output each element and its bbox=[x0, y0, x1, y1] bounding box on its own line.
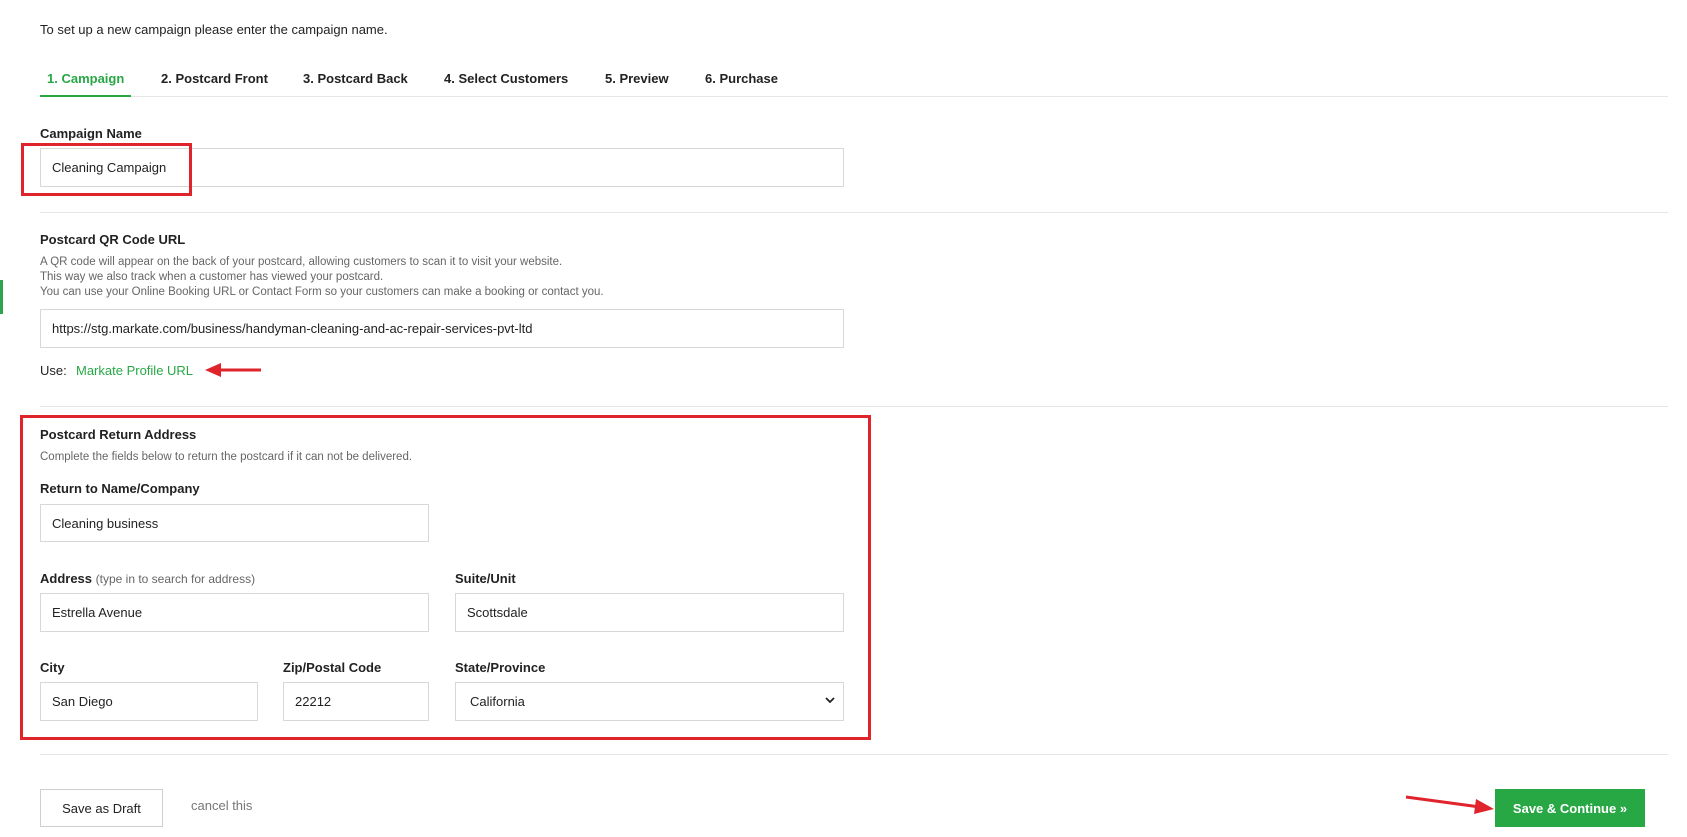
save-continue-button[interactable]: Save & Continue » bbox=[1495, 789, 1645, 827]
step-tabs: 1. Campaign 2. Postcard Front 3. Postcar… bbox=[40, 64, 1668, 97]
tab-campaign[interactable]: 1. Campaign bbox=[40, 64, 132, 97]
divider bbox=[40, 212, 1668, 213]
cancel-link[interactable]: cancel this bbox=[191, 798, 252, 813]
annotation-arrow-save bbox=[1405, 795, 1494, 814]
left-accent-bar bbox=[0, 280, 3, 314]
tab-postcard-back[interactable]: 3. Postcard Back bbox=[296, 64, 415, 97]
campaign-name-label: Campaign Name bbox=[40, 126, 142, 141]
qr-help-line-1: A QR code will appear on the back of you… bbox=[40, 256, 563, 268]
annotation-box-campaign bbox=[21, 143, 192, 196]
annotation-box-return-address bbox=[20, 415, 871, 740]
qr-help-line-2: This way we also track when a customer h… bbox=[40, 271, 384, 283]
tab-purchase[interactable]: 6. Purchase bbox=[698, 64, 785, 97]
qr-url-label: Postcard QR Code URL bbox=[40, 232, 186, 247]
divider bbox=[40, 406, 1668, 407]
tab-postcard-front[interactable]: 2. Postcard Front bbox=[154, 64, 275, 97]
markate-profile-url-link[interactable]: Markate Profile URL bbox=[76, 363, 193, 378]
qr-help-line-3: You can use your Online Booking URL or C… bbox=[40, 286, 604, 298]
annotation-arrow-link bbox=[205, 363, 261, 377]
divider bbox=[40, 754, 1668, 755]
tab-preview[interactable]: 5. Preview bbox=[598, 64, 676, 97]
use-label: Use: bbox=[40, 363, 67, 378]
intro-text: To set up a new campaign please enter th… bbox=[40, 22, 388, 37]
tab-select-customers[interactable]: 4. Select Customers bbox=[437, 64, 575, 97]
save-as-draft-button[interactable]: Save as Draft bbox=[40, 789, 163, 827]
qr-url-input[interactable]: https://stg.markate.com/business/handyma… bbox=[40, 309, 844, 348]
